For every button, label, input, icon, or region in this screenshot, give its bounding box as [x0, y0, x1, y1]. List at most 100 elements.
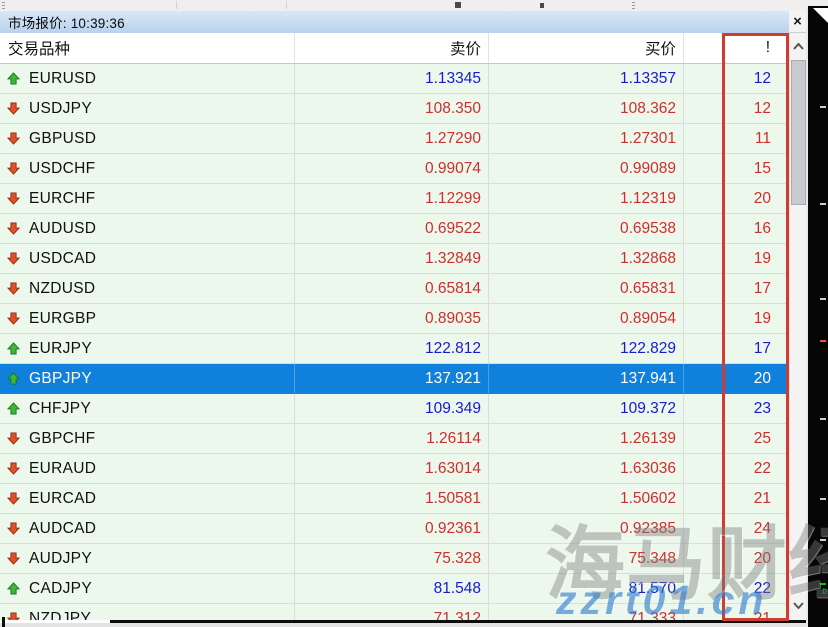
- table-row[interactable]: NZDUSD 0.65814 0.65831 17: [0, 274, 789, 304]
- table-row[interactable]: EURCHF 1.12299 1.12319 20: [0, 184, 789, 214]
- symbol-label: EURAUD: [29, 460, 96, 478]
- bid-line-tick: [820, 583, 826, 585]
- trend-arrow-icon: [7, 132, 20, 145]
- scrollbar-thumb[interactable]: [791, 60, 806, 205]
- chart-period-label: D: [822, 588, 827, 597]
- header-ask[interactable]: 买价: [489, 33, 684, 63]
- spread-value: 20: [754, 190, 771, 208]
- table-row[interactable]: USDCHF 0.99074 0.99089 15: [0, 154, 789, 184]
- spread-value: 17: [754, 340, 771, 358]
- bid-price: 1.27290: [425, 130, 481, 148]
- trend-arrow-icon: [7, 312, 20, 325]
- window-titlebar[interactable]: 市场报价: 10:39:36: [0, 10, 789, 33]
- background-chart-edge: D: [806, 6, 828, 627]
- background-window-border: [110, 620, 806, 623]
- chevron-up-icon: [793, 43, 804, 50]
- price-scale-tick: [820, 418, 826, 420]
- toolbar-button-icon: [455, 2, 461, 8]
- ask-price: 81.570: [629, 580, 676, 598]
- symbol-label: USDCAD: [29, 250, 96, 268]
- scroll-up-button[interactable]: [790, 36, 807, 56]
- price-scale-tick: [820, 203, 826, 205]
- ask-price: 0.92385: [620, 520, 676, 538]
- close-icon[interactable]: ×: [793, 14, 802, 29]
- table-row[interactable]: EURGBP 0.89035 0.89054 19: [0, 304, 789, 334]
- header-bid[interactable]: 卖价: [295, 33, 489, 63]
- ask-price: 108.362: [620, 100, 676, 118]
- trend-arrow-icon: [7, 342, 20, 355]
- symbol-label: EURCAD: [29, 490, 96, 508]
- table-row[interactable]: USDCAD 1.32849 1.32868 19: [0, 244, 789, 274]
- close-button[interactable]: ×: [789, 10, 806, 33]
- spread-value: 17: [754, 280, 771, 298]
- ask-price: 109.372: [620, 400, 676, 418]
- trend-arrow-icon: [7, 462, 20, 475]
- table-row[interactable]: AUDUSD 0.69522 0.69538 16: [0, 214, 789, 244]
- ask-price: 1.27301: [620, 130, 676, 148]
- scroll-down-button[interactable]: [790, 595, 807, 615]
- ask-price: 137.941: [620, 370, 676, 388]
- bid-price: 137.921: [425, 370, 481, 388]
- table-row[interactable]: AUDJPY 75.328 75.348 20: [0, 544, 789, 574]
- table-row[interactable]: CADJPY 81.548 81.570 22: [0, 574, 789, 604]
- toolbar-separator: [176, 1, 177, 9]
- spread-value: 20: [754, 550, 771, 568]
- bid-price: 81.548: [434, 580, 481, 598]
- symbol-label: AUDCAD: [29, 520, 96, 538]
- table-row[interactable]: EURCAD 1.50581 1.50602 21: [0, 484, 789, 514]
- table-row[interactable]: USDJPY 108.350 108.362 12: [0, 94, 789, 124]
- spread-value: 21: [754, 610, 771, 621]
- trend-arrow-icon: [7, 522, 20, 535]
- ask-price: 1.63036: [620, 460, 676, 478]
- trend-arrow-icon: [7, 162, 20, 175]
- ask-price: 0.65831: [620, 280, 676, 298]
- ask-price: 0.99089: [620, 160, 676, 178]
- price-scale-tick: [820, 298, 826, 300]
- spread-value: 19: [754, 310, 771, 328]
- spread-value: 16: [754, 220, 771, 238]
- spread-value: 19: [754, 250, 771, 268]
- table-row[interactable]: EURUSD 1.13345 1.13357 12: [0, 64, 789, 94]
- ask-price: 1.26139: [620, 430, 676, 448]
- ask-price: 1.13357: [620, 70, 676, 88]
- market-watch-window: 市场报价: 10:39:36 × 交易品种 卖价 买价 ! EURUSD 1.1…: [0, 0, 828, 627]
- symbol-label: GBPCHF: [29, 430, 95, 448]
- table-row[interactable]: EURJPY 122.812 122.829 17: [0, 334, 789, 364]
- price-scale-tick: [820, 106, 826, 108]
- ask-price: 71.333: [629, 610, 676, 621]
- table-row[interactable]: GBPJPY 137.921 137.941 20: [0, 364, 789, 394]
- symbol-label: NZDUSD: [29, 280, 95, 298]
- ask-price: 1.50602: [620, 490, 676, 508]
- table-row[interactable]: GBPCHF 1.26114 1.26139 25: [0, 424, 789, 454]
- symbol-label: CHFJPY: [29, 400, 91, 418]
- trend-arrow-icon: [7, 402, 20, 415]
- table-row[interactable]: EURAUD 1.63014 1.63036 22: [0, 454, 789, 484]
- ask-price: 0.89054: [620, 310, 676, 328]
- trend-arrow-icon: [7, 552, 20, 565]
- table-row[interactable]: CHFJPY 109.349 109.372 23: [0, 394, 789, 424]
- bid-price: 109.349: [425, 400, 481, 418]
- spread-value: 21: [754, 490, 771, 508]
- table-row[interactable]: NZDJPY 71.312 71.333 21: [0, 604, 789, 620]
- header-spread[interactable]: !: [684, 33, 789, 63]
- spread-value: 20: [754, 370, 771, 388]
- symbol-label: GBPUSD: [29, 130, 96, 148]
- bid-price: 1.63014: [425, 460, 481, 478]
- trend-arrow-icon: [7, 192, 20, 205]
- symbol-label: GBPJPY: [29, 370, 92, 388]
- toolbar-edge: [0, 0, 828, 10]
- spread-value: 23: [754, 400, 771, 418]
- table-row[interactable]: AUDCAD 0.92361 0.92385 24: [0, 514, 789, 544]
- bid-price: 1.12299: [425, 190, 481, 208]
- vertical-scrollbar[interactable]: [789, 33, 806, 620]
- trend-arrow-icon: [7, 252, 20, 265]
- toolbar-button-icon: [540, 3, 544, 8]
- current-price-tick: [820, 340, 826, 342]
- toolbar-grip-icon: [632, 2, 635, 9]
- bid-price: 0.99074: [425, 160, 481, 178]
- table-row[interactable]: GBPUSD 1.27290 1.27301 11: [0, 124, 789, 154]
- bid-price: 1.50581: [425, 490, 481, 508]
- header-symbol[interactable]: 交易品种: [0, 33, 295, 63]
- symbol-label: EURCHF: [29, 190, 95, 208]
- ask-price: 1.32868: [620, 250, 676, 268]
